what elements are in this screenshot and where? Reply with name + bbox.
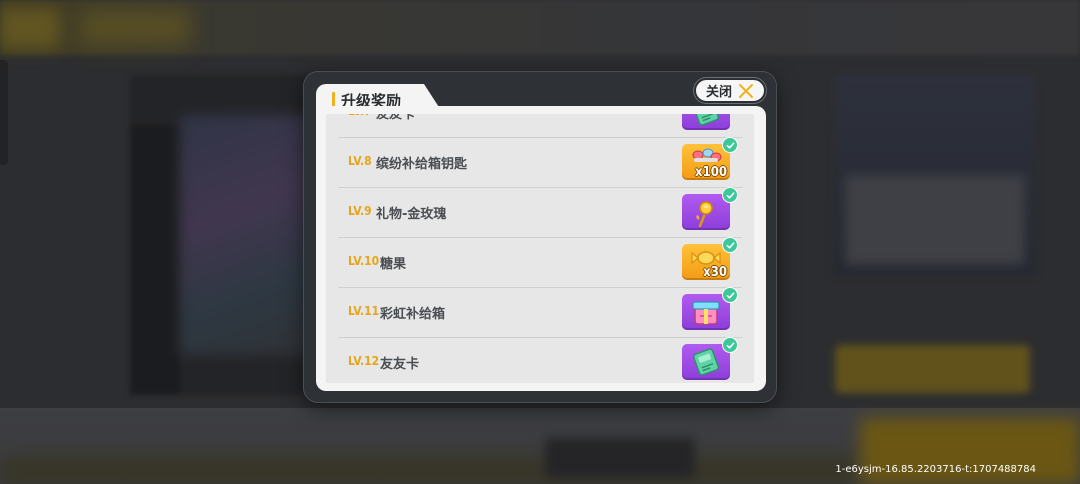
reward-name: 礼物-金玫瑰 (376, 207, 447, 222)
claimed-badge (722, 137, 738, 153)
check-icon (726, 291, 734, 299)
reward-name: 彩虹补给箱 (380, 307, 446, 322)
check-icon (726, 341, 734, 349)
reward-item-slot[interactable] (682, 114, 730, 130)
claimed-badge (722, 287, 738, 303)
reward-item-slot[interactable] (682, 187, 738, 230)
reward-name: 友友卡 (376, 114, 416, 122)
reward-name: 糖果 (380, 257, 407, 272)
reward-quantity: x30 (703, 265, 727, 280)
level-up-rewards-dialog: 升级奖励 LV.7友友卡LV.8缤纷补给箱钥匙x100LV.9礼物-金玫瑰LV.… (304, 72, 776, 402)
card-icon (692, 114, 720, 126)
reward-row: LV.8 缤纷补给箱钥匙 x100 (326, 137, 754, 188)
reward-item-slot[interactable]: x30 (682, 237, 738, 280)
reward-item-slot[interactable] (682, 287, 738, 330)
reward-level: LV.9 (348, 204, 372, 218)
close-button[interactable]: 关闭 (694, 78, 766, 103)
check-icon (726, 241, 734, 249)
title-accent-bar (332, 92, 335, 107)
reward-level: LV.12 (348, 354, 380, 368)
reward-level: LV.7 (348, 114, 372, 118)
reward-row: LV.11 彩虹补给箱 (326, 287, 754, 338)
reward-level: LV.8 (348, 154, 372, 168)
reward-quantity: x100 (695, 165, 727, 180)
reward-name: 缤纷补给箱钥匙 (376, 157, 468, 172)
build-id-label: 1-e6ysjm-16.85.2203716-t:1707488784 (835, 464, 1036, 475)
reward-item-slot[interactable]: x100 (682, 137, 738, 180)
dialog-content-panel: LV.7 友友卡 LV.8 缤纷补给箱钥匙 x100 LV.9 礼物-金玫瑰 LV.10糖果 x… (316, 106, 766, 391)
claimed-badge (722, 337, 738, 353)
claimed-badge (722, 237, 738, 253)
reward-level: LV.11 (348, 304, 380, 318)
reward-item-slot[interactable] (682, 337, 738, 380)
reward-list[interactable]: LV.7 友友卡 LV.8 缤纷补给箱钥匙 x100 LV.9 礼物-金玫瑰 LV.10糖果 x… (326, 114, 754, 383)
close-icon (739, 83, 753, 98)
reward-row: LV.10 糖果 x30 (326, 237, 754, 288)
reward-rows: LV.7 友友卡 LV.8 缤纷补给箱钥匙 x100 LV.9 礼物-金玫瑰 LV.10糖果 x… (326, 114, 754, 383)
check-icon (726, 141, 734, 149)
check-icon (726, 191, 734, 199)
reward-row: LV.12 友友卡 (326, 337, 754, 383)
reward-level: LV.10 (348, 254, 380, 268)
close-button-label: 关闭 (705, 85, 732, 100)
reward-row: LV.7 友友卡 (326, 114, 754, 138)
reward-row: LV.9 礼物-金玫瑰 (326, 187, 754, 238)
reward-name: 友友卡 (380, 357, 420, 372)
claimed-badge (722, 187, 738, 203)
